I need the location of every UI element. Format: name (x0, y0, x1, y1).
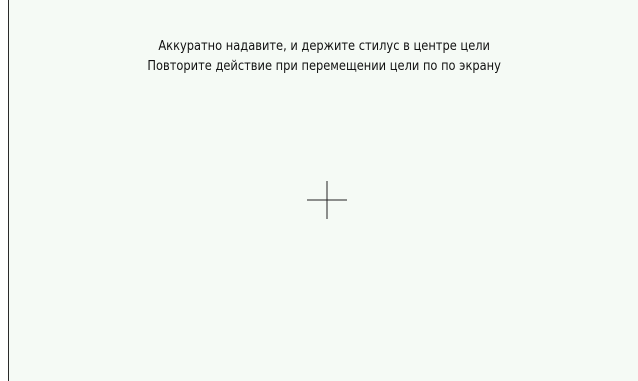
calibration-screen: Аккуратно надавите, и держите стилус в ц… (0, 0, 638, 381)
instruction-line-2: Повторите действие при перемещении цели … (147, 59, 501, 74)
crosshair-icon[interactable] (307, 181, 347, 219)
instruction-line-1: Аккуратно надавите, и держите стилус в ц… (158, 39, 490, 54)
calibration-instructions: Аккуратно надавите, и держите стилус в ц… (47, 37, 601, 77)
